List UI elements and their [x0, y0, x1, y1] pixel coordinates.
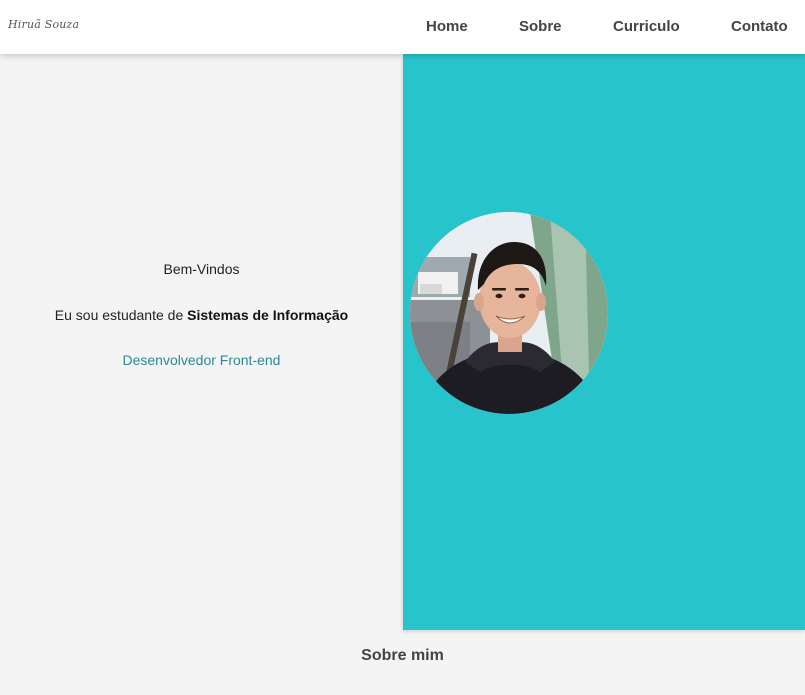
hero-intro-highlight: Sistemas de Informação: [187, 307, 349, 323]
nav-contato-link[interactable]: Contato: [731, 18, 788, 35]
hero-intro: Eu sou estudante de Sistemas de Informaç…: [0, 307, 403, 323]
navbar: Hiruã Souza Home Sobre Curriculo Contato: [0, 0, 805, 54]
profile-photo-illustration: [410, 212, 608, 414]
nav-sobre-link[interactable]: Sobre: [519, 18, 562, 35]
hero-role: Desenvolvedor Front-end: [122, 352, 281, 368]
hero-intro-prefix: Eu sou estudante de: [54, 307, 188, 323]
site-logo[interactable]: Hiruã Souza: [8, 18, 79, 31]
profile-avatar: [410, 212, 608, 414]
about-section-title: Sobre mim: [361, 647, 444, 664]
nav-home-link[interactable]: Home: [426, 18, 468, 35]
hero-text-panel: [0, 54, 403, 630]
nav-curriculo-link[interactable]: Curriculo: [613, 18, 680, 35]
hero-greeting: Bem-Vindos: [163, 261, 240, 277]
